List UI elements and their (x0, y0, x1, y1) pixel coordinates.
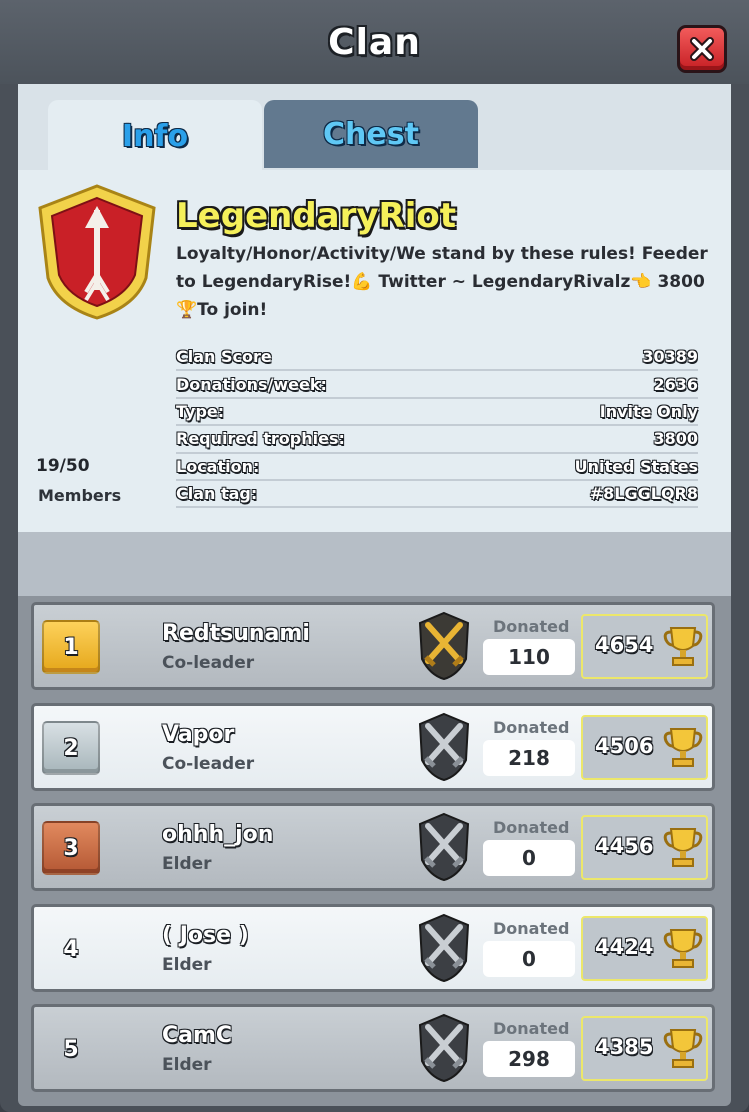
donated-label: Donated (493, 818, 570, 837)
trophy-count: 4506 (595, 734, 654, 758)
trophy-icon (663, 1029, 703, 1068)
trophy-count: 4654 (595, 633, 654, 657)
stat-value: Invite Only (599, 401, 698, 421)
stat-label: Type: (176, 401, 225, 421)
member-role: Elder (162, 955, 212, 975)
trophy-icon (663, 728, 703, 767)
stat-value: 3800 (653, 429, 698, 449)
donated-label: Donated (493, 1019, 570, 1038)
clan-description: Loyalty/Honor/Activity/We stand by these… (176, 244, 708, 320)
trophy-box: 4385 (581, 1016, 708, 1081)
stat-value: #8LGGLQR8 (589, 484, 698, 504)
stat-label: Required trophies: (176, 429, 345, 449)
donated-label: Donated (493, 617, 570, 636)
member-role: Elder (162, 1055, 212, 1075)
silver-crossed-swords-icon (418, 712, 470, 782)
member-name: ( Jose ) (162, 923, 249, 948)
trophy-icon (663, 828, 703, 867)
stat-value: United States (574, 456, 698, 476)
member-role: Co-leader (162, 653, 255, 673)
trophy-box: 4456 (581, 815, 708, 880)
section-divider (18, 532, 731, 596)
tab-info[interactable]: Info (48, 100, 262, 172)
trophy-box: 4424 (581, 916, 708, 981)
stat-row-location: Location: United States (176, 454, 698, 481)
rank-badge: 4 (63, 936, 79, 962)
close-icon (690, 37, 714, 61)
stat-row-clan-tag: Clan tag: #8LGGLQR8 (176, 481, 698, 509)
member-name: ohhh_jon (162, 822, 274, 847)
donated-label: Donated (493, 919, 570, 938)
trophy-icon (663, 627, 703, 666)
stat-label: Clan Score (176, 347, 272, 367)
window-title: Clan (328, 22, 421, 63)
member-row[interactable]: 3 ohhh_jon Elder Donated 0 4456 (31, 803, 715, 891)
stat-value: 30389 (642, 347, 698, 367)
member-name: Vapor (162, 722, 235, 747)
donated-value: 0 (483, 840, 575, 876)
close-button[interactable] (677, 25, 727, 73)
trophy-count: 4385 (595, 1035, 654, 1059)
rank-badge: 1 (42, 620, 100, 674)
member-name: CamC (162, 1023, 233, 1048)
trophy-box: 4654 (581, 614, 708, 679)
stat-row-required-trophies: Required trophies: 3800 (176, 426, 698, 454)
trophy-box: 4506 (581, 715, 708, 780)
rank-badge: 5 (63, 1036, 79, 1062)
stat-label: Donations/week: (176, 374, 327, 394)
member-role: Elder (162, 854, 212, 874)
rank-badge: 3 (42, 821, 100, 875)
stat-row-clan-score: Clan Score 30389 (176, 344, 698, 372)
stat-label: Location: (176, 456, 260, 476)
stat-row-donations: Donations/week: 2636 (176, 371, 698, 399)
trophy-count: 4424 (595, 935, 654, 959)
member-row[interactable]: 4 ( Jose ) Elder Donated 0 4424 (31, 904, 715, 992)
rank-badge: 2 (42, 721, 100, 775)
tab-chest[interactable]: Chest (264, 100, 478, 168)
members-count: 19/50 (36, 456, 90, 476)
donated-value: 110 (483, 639, 575, 675)
gold-crossed-swords-icon (418, 611, 470, 681)
member-name: Redtsunami (162, 621, 310, 646)
donated-value: 298 (483, 1041, 575, 1077)
member-row[interactable]: 2 Vapor Co-leader Donated 218 4506 (31, 703, 715, 791)
donated-value: 0 (483, 941, 575, 977)
clan-stats: Clan Score 30389 Donations/week: 2636 Ty… (176, 344, 698, 509)
members-label: Members (38, 486, 122, 505)
clan-name: LegendaryRiot (176, 196, 456, 236)
trophy-icon (663, 929, 703, 968)
member-row[interactable]: 5 CamC Elder Donated 298 4385 (31, 1004, 715, 1092)
clan-badge-icon (38, 184, 156, 320)
silver-crossed-swords-icon (418, 913, 470, 983)
stat-value: 2636 (653, 374, 698, 394)
member-role: Co-leader (162, 754, 255, 774)
donated-value: 218 (483, 740, 575, 776)
trophy-count: 4456 (595, 834, 654, 858)
donated-label: Donated (493, 718, 570, 737)
silver-crossed-swords-icon (418, 812, 470, 882)
member-row[interactable]: 1 Redtsunami Co-leader Donated 110 4654 (31, 602, 715, 690)
stat-label: Clan tag: (176, 484, 258, 504)
stat-row-type: Type: Invite Only (176, 399, 698, 427)
silver-crossed-swords-icon (418, 1013, 470, 1083)
